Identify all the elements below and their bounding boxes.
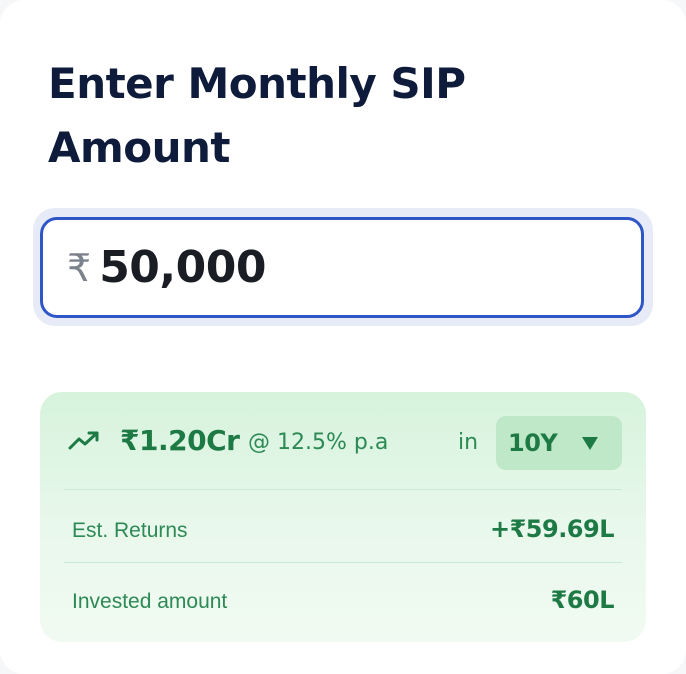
currency-symbol: ₹ [67, 245, 92, 290]
invested-amount-value: ₹60L [550, 586, 615, 614]
return-rate: @ 12.5% p.a [248, 430, 389, 455]
trending-up-icon [68, 431, 99, 450]
caret-down-icon [582, 437, 598, 450]
est-returns-value: +₹59.69L [489, 515, 615, 543]
invested-amount-label: Invested amount [72, 590, 228, 613]
period-selected-value: 10Y [508, 429, 558, 457]
est-returns-label: Est. Returns [72, 519, 188, 542]
divider [64, 562, 622, 563]
sip-amount-input[interactable]: ₹ 50,000 [40, 217, 644, 318]
projection-card: ₹1.20Cr @ 12.5% p.a in 10Y Est. Returns … [40, 392, 646, 642]
investment-period-dropdown[interactable]: 10Y [496, 416, 622, 470]
divider [64, 489, 622, 490]
sip-amount-value[interactable]: 50,000 [99, 245, 266, 290]
sip-calculator-card: Enter Monthly SIP Amount ₹ 50,000 ₹1.20C… [0, 0, 686, 674]
period-prefix-label: in [458, 430, 479, 455]
projected-corpus: ₹1.20Cr [120, 424, 240, 457]
page-title: Enter Monthly SIP Amount [48, 59, 466, 172]
projection-summary: ₹1.20Cr @ 12.5% p.a in 10Y [40, 392, 646, 490]
